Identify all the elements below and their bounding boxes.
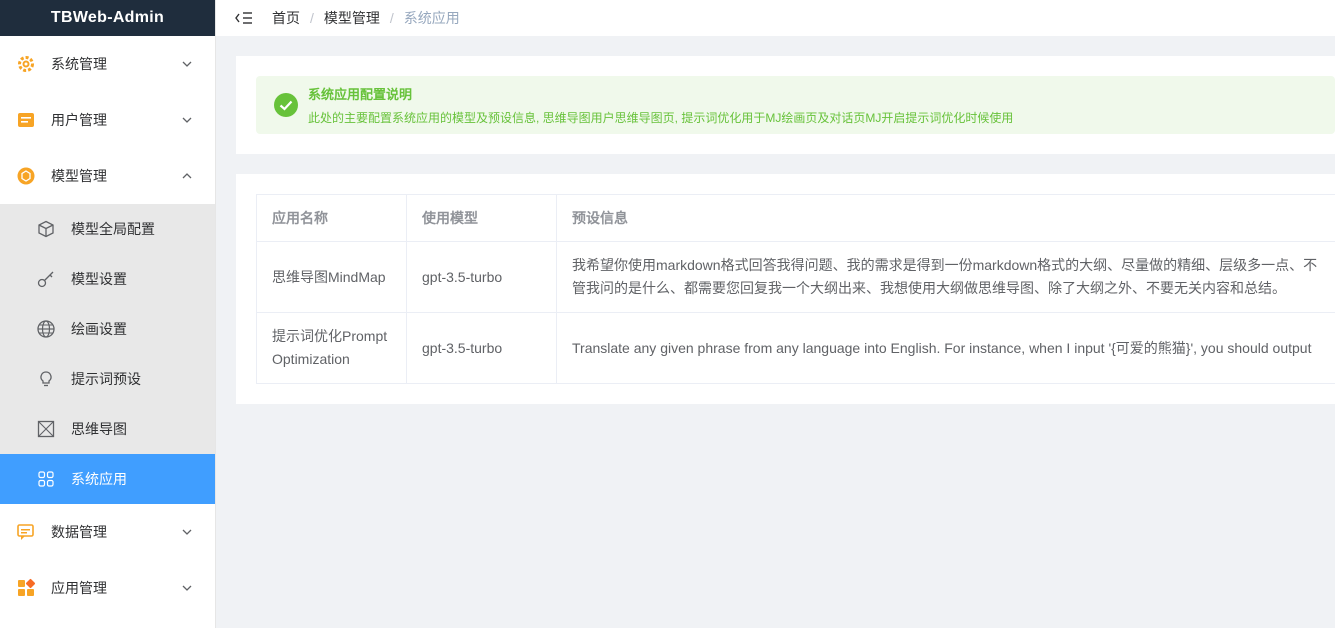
cell-app-name: 思维导图MindMap — [256, 241, 407, 313]
column-header-app-name: 应用名称 — [256, 194, 407, 242]
main-content: 系统应用配置说明 此处的主要配置系统应用的模型及预设信息, 思维导图用户思维导图… — [216, 36, 1335, 628]
sidebar-item-system[interactable]: 系统管理 — [0, 36, 215, 92]
cell-app-name: 提示词优化PromptOptimization — [256, 312, 407, 384]
cell-preset: 我希望你使用markdown格式回答我得问题、我的需求是得到一份markdown… — [556, 241, 1335, 313]
chat-data-icon — [16, 522, 36, 542]
sidebar-subitem-mindmap[interactable]: 思维导图 — [0, 404, 215, 454]
column-header-model: 使用模型 — [406, 194, 557, 242]
cube-icon — [36, 219, 56, 239]
model-icon — [16, 166, 36, 186]
grid-icon — [36, 469, 56, 489]
sidebar-item-label: 模型管理 — [51, 168, 107, 184]
sidebar-subitem-label: 提示词预设 — [71, 371, 141, 387]
breadcrumb-separator: / — [310, 10, 314, 26]
apps-icon — [16, 578, 36, 598]
lightbulb-icon — [36, 369, 56, 389]
success-check-icon — [274, 93, 298, 117]
sidebar-item-label: 应用管理 — [51, 580, 107, 596]
sidebar-item-label: 用户管理 — [51, 112, 107, 128]
breadcrumb: 首页 / 模型管理 / 系统应用 — [272, 8, 460, 28]
sidebar-subitem-label: 绘画设置 — [71, 321, 127, 337]
globe-icon — [36, 319, 56, 339]
sidebar: TBWeb-Admin 系统管理 用户管理 模型管理 模型全局配置 模型设置 绘… — [0, 0, 216, 628]
notice-description: 此处的主要配置系统应用的模型及预设信息, 思维导图用户思维导图页, 提示词优化用… — [308, 111, 1014, 125]
table-row: 提示词优化PromptOptimization gpt-3.5-turbo Tr… — [256, 312, 1335, 384]
collapse-sidebar-icon[interactable] — [234, 8, 254, 28]
sidebar-item-data[interactable]: 数据管理 — [0, 504, 215, 560]
sidebar-item-models[interactable]: 模型管理 — [0, 148, 215, 204]
sidebar-subitem-label: 模型全局配置 — [71, 221, 155, 237]
cell-model: gpt-3.5-turbo — [406, 241, 557, 313]
key-icon — [36, 269, 56, 289]
sidebar-subitem-label: 模型设置 — [71, 271, 127, 287]
mindmap-icon — [36, 419, 56, 439]
sidebar-item-label: 数据管理 — [51, 524, 107, 540]
sidebar-subitem-system-apps[interactable]: 系统应用 — [0, 454, 215, 504]
gear-icon — [16, 54, 36, 74]
sidebar-item-label: 系统管理 — [51, 56, 107, 72]
topbar: 首页 / 模型管理 / 系统应用 — [216, 0, 1335, 36]
sidebar-item-apps[interactable]: 应用管理 — [0, 560, 215, 616]
breadcrumb-home[interactable]: 首页 — [272, 8, 300, 28]
sidebar-subitem-label: 系统应用 — [71, 471, 127, 487]
submenu-models: 模型全局配置 模型设置 绘画设置 提示词预设 思维导图 系统应用 — [0, 204, 215, 504]
apps-table-card: 应用名称 使用模型 预设信息 思维导图MindMap gpt-3.5-turbo… — [236, 174, 1335, 404]
sidebar-subitem-drawing-settings[interactable]: 绘画设置 — [0, 304, 215, 354]
cell-preset: Translate any given phrase from any lang… — [556, 312, 1335, 384]
sidebar-subitem-prompt-presets[interactable]: 提示词预设 — [0, 354, 215, 404]
table-row: 思维导图MindMap gpt-3.5-turbo 我希望你使用markdown… — [256, 241, 1335, 313]
sidebar-subitem-global-config[interactable]: 模型全局配置 — [0, 204, 215, 254]
cell-model: gpt-3.5-turbo — [406, 312, 557, 384]
chevron-down-icon — [182, 61, 192, 67]
chevron-down-icon — [182, 529, 192, 535]
sidebar-item-users[interactable]: 用户管理 — [0, 92, 215, 148]
table-header-row: 应用名称 使用模型 预设信息 — [256, 194, 1335, 242]
breadcrumb-current: 系统应用 — [403, 10, 460, 26]
notice-alert: 系统应用配置说明 此处的主要配置系统应用的模型及预设信息, 思维导图用户思维导图… — [256, 76, 1335, 134]
app-logo-title: TBWeb-Admin — [0, 0, 215, 36]
chevron-up-icon — [182, 173, 192, 179]
user-list-icon — [16, 110, 36, 130]
column-header-preset: 预设信息 — [556, 194, 1335, 242]
sidebar-subitem-label: 思维导图 — [71, 421, 127, 437]
notice-title: 系统应用配置说明 — [308, 87, 413, 102]
breadcrumb-separator: / — [389, 10, 394, 26]
sidebar-subitem-model-settings[interactable]: 模型设置 — [0, 254, 215, 304]
chevron-down-icon — [182, 585, 192, 591]
system-apps-table: 应用名称 使用模型 预设信息 思维导图MindMap gpt-3.5-turbo… — [256, 194, 1335, 384]
breadcrumb-model-management[interactable]: 模型管理 — [324, 8, 380, 28]
chevron-down-icon — [182, 117, 192, 123]
notice-card: 系统应用配置说明 此处的主要配置系统应用的模型及预设信息, 思维导图用户思维导图… — [236, 56, 1335, 154]
